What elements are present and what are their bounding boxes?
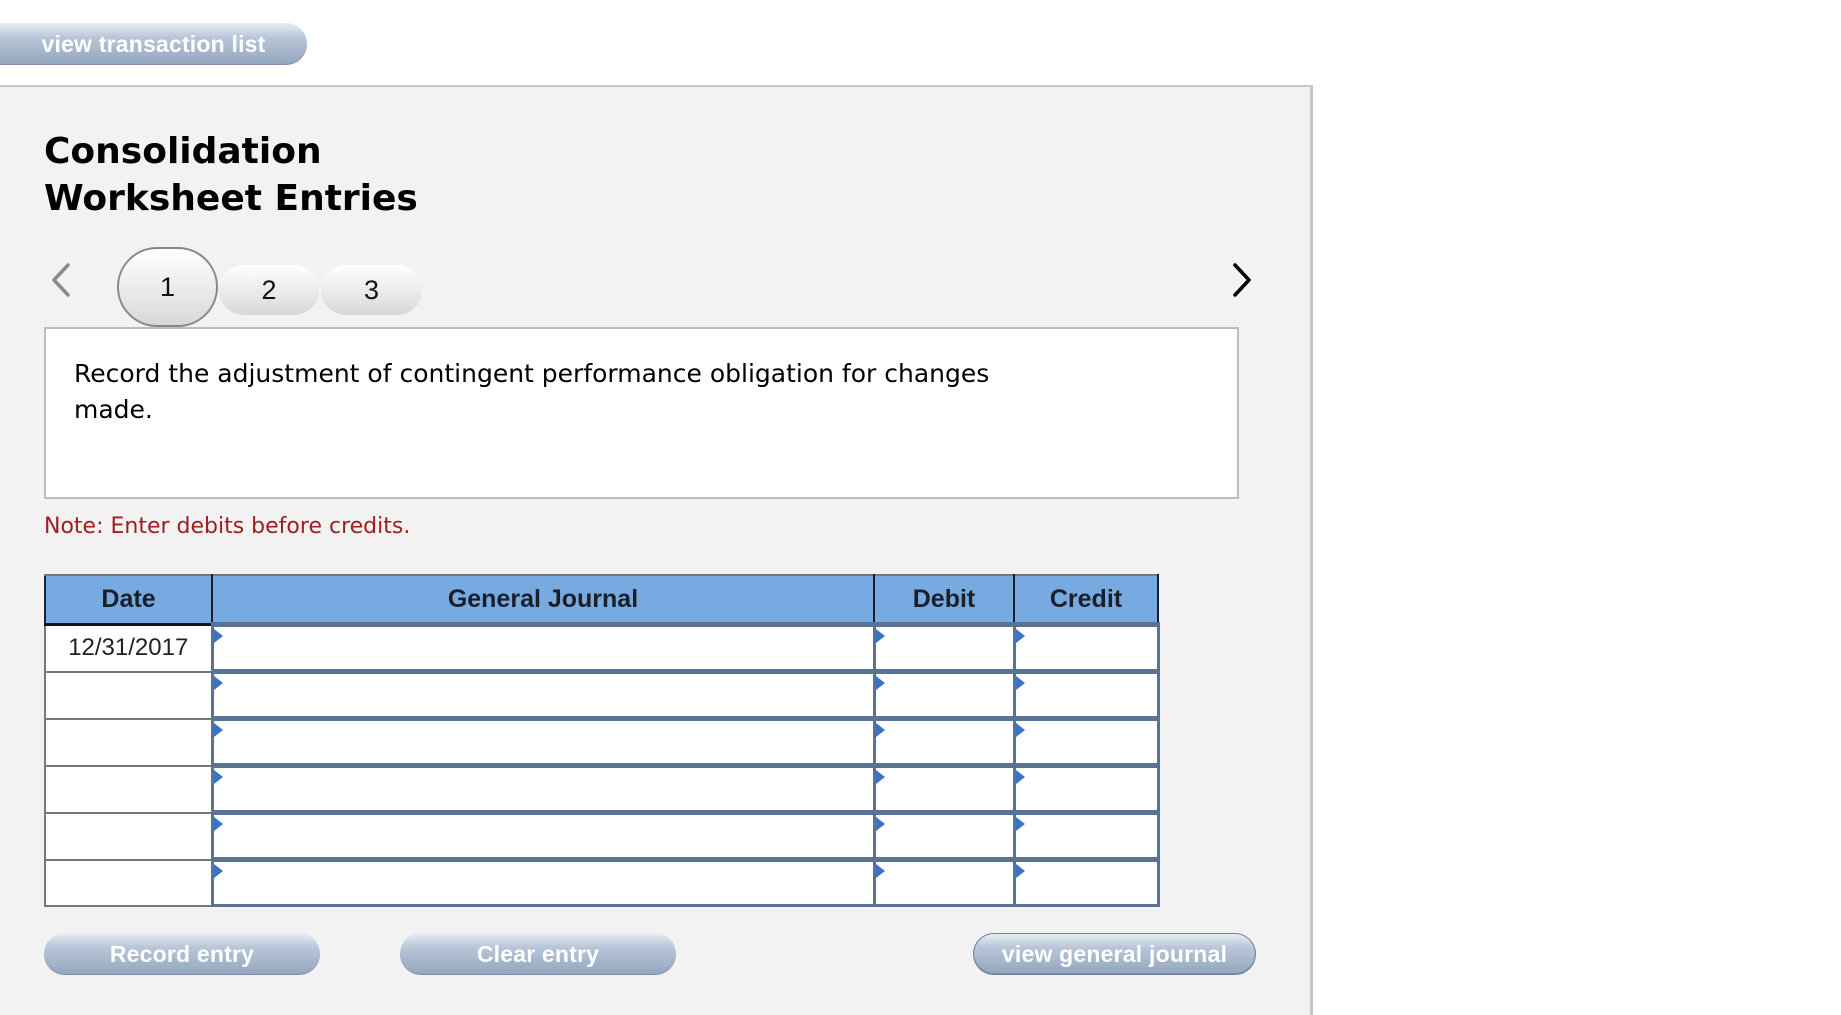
debit-input[interactable] [875, 674, 1013, 716]
credit-input[interactable] [1015, 721, 1157, 763]
clear-entry-button[interactable]: Clear entry [400, 933, 676, 975]
debit-input[interactable] [875, 862, 1013, 904]
column-header-debit: Debit [873, 574, 1015, 626]
credit-cell [1012, 716, 1160, 767]
account-cell [210, 810, 876, 861]
account-cell [210, 622, 876, 673]
page-title: Consolidation Worksheet Entries [44, 128, 418, 222]
debit-input[interactable] [875, 815, 1013, 857]
account-cell [210, 716, 876, 767]
dropdown-marker-icon [875, 629, 885, 643]
account-cell [210, 763, 876, 814]
debit-cell [872, 622, 1016, 673]
dropdown-marker-icon [1015, 723, 1025, 737]
instruction-text: Record the adjustment of contingent perf… [74, 359, 990, 424]
credit-input[interactable] [1015, 862, 1157, 904]
dropdown-marker-icon [1015, 629, 1025, 643]
dropdown-marker-icon [1015, 770, 1025, 784]
column-header-credit: Credit [1013, 574, 1159, 626]
account-cell [210, 669, 876, 720]
debit-input[interactable] [875, 768, 1013, 810]
view-transaction-list-button[interactable]: view transaction list [0, 23, 307, 65]
credit-cell [1012, 622, 1160, 673]
dropdown-marker-icon [1015, 864, 1025, 878]
account-cell [210, 857, 876, 907]
date-cell [44, 764, 213, 814]
debit-input[interactable] [875, 627, 1013, 669]
title-line-1: Consolidation [44, 131, 322, 172]
dropdown-marker-icon [875, 864, 885, 878]
date-cell [44, 717, 213, 767]
account-dropdown[interactable] [213, 721, 873, 763]
journal-row [44, 857, 1160, 907]
debit-cell [872, 763, 1016, 814]
account-dropdown[interactable] [213, 768, 873, 810]
journal-row: 12/31/2017 [44, 622, 1160, 673]
date-cell: 12/31/2017 [44, 623, 213, 673]
tab-3[interactable]: 3 [321, 265, 422, 315]
journal-table: Date General Journal Debit Credit 12/31/… [44, 574, 1160, 907]
dropdown-marker-icon [213, 817, 223, 831]
date-cell [44, 670, 213, 720]
journal-row [44, 716, 1160, 767]
note-text: Note: Enter debits before credits. [44, 514, 411, 539]
chevron-right-icon[interactable] [1231, 262, 1253, 298]
chevron-left-icon[interactable] [50, 262, 72, 298]
credit-cell [1012, 763, 1160, 814]
dropdown-marker-icon [213, 770, 223, 784]
view-general-journal-button[interactable]: view general journal [973, 933, 1256, 975]
column-header-date: Date [44, 574, 213, 626]
debit-cell [872, 716, 1016, 767]
title-line-2: Worksheet Entries [44, 178, 418, 219]
tab-1[interactable]: 1 [117, 247, 218, 327]
journal-row [44, 810, 1160, 861]
credit-cell [1012, 810, 1160, 861]
account-dropdown[interactable] [213, 627, 873, 669]
credit-input[interactable] [1015, 674, 1157, 716]
account-dropdown[interactable] [213, 674, 873, 716]
journal-header-row: Date General Journal Debit Credit [44, 574, 1159, 626]
debit-cell [872, 669, 1016, 720]
dropdown-marker-icon [875, 723, 885, 737]
credit-input[interactable] [1015, 768, 1157, 810]
instruction-box: Record the adjustment of contingent perf… [44, 327, 1239, 499]
account-dropdown[interactable] [213, 815, 873, 857]
dropdown-marker-icon [875, 770, 885, 784]
dropdown-marker-icon [875, 817, 885, 831]
date-cell [44, 858, 213, 907]
tab-2[interactable]: 2 [219, 265, 319, 315]
column-header-general-journal: General Journal [211, 574, 875, 626]
credit-cell [1012, 669, 1160, 720]
journal-row [44, 669, 1160, 720]
dropdown-marker-icon [213, 629, 223, 643]
debit-cell [872, 857, 1016, 907]
debit-cell [872, 810, 1016, 861]
credit-input[interactable] [1015, 627, 1157, 669]
dropdown-marker-icon [875, 676, 885, 690]
credit-input[interactable] [1015, 815, 1157, 857]
dropdown-marker-icon [213, 676, 223, 690]
dropdown-marker-icon [1015, 676, 1025, 690]
account-dropdown[interactable] [213, 862, 873, 904]
dropdown-marker-icon [1015, 817, 1025, 831]
journal-row [44, 763, 1160, 814]
dropdown-marker-icon [213, 723, 223, 737]
record-entry-button[interactable]: Record entry [44, 933, 320, 975]
debit-input[interactable] [875, 721, 1013, 763]
credit-cell [1012, 857, 1160, 907]
date-cell [44, 811, 213, 861]
dropdown-marker-icon [213, 864, 223, 878]
